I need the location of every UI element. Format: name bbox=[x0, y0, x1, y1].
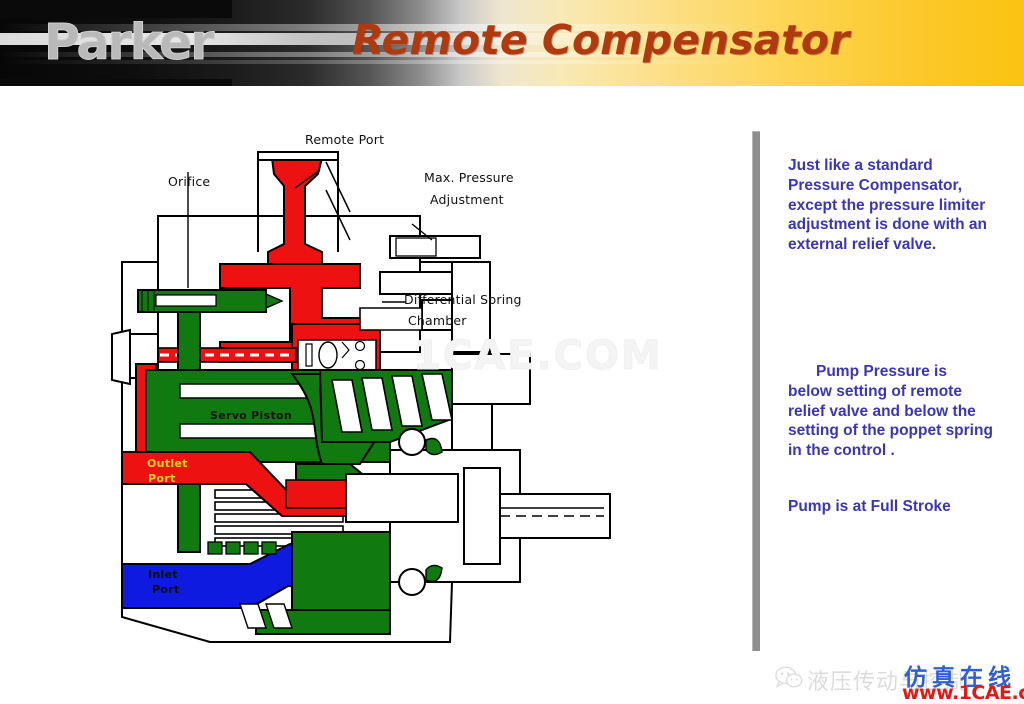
header-dark-strip-bottom bbox=[0, 79, 232, 86]
watermark-center: 1CAE.COM bbox=[413, 333, 663, 380]
watermark-bottom: 液压传动与控制 仿真在线 www.1CAE.com bbox=[775, 658, 1024, 704]
explanation-paragraph-1: Just like a standard Pressure Compensato… bbox=[788, 157, 987, 254]
vertical-divider bbox=[752, 131, 760, 651]
watermark-url: www.1CAE.com bbox=[902, 682, 1024, 704]
pump-cross-section-diagram: Orifice Remote Port Max. Pressure Adjust… bbox=[60, 112, 740, 652]
label-servo-piston: Servo Piston bbox=[210, 409, 292, 422]
callout-differential-spring-line1: Differential Spring bbox=[404, 292, 522, 307]
slide: Parker Remote Compensator Orifice Remote… bbox=[0, 0, 1024, 704]
callout-max-pressure-line1: Max. Pressure bbox=[424, 170, 514, 185]
parker-logo: Parker bbox=[44, 14, 215, 71]
wechat-icon bbox=[775, 666, 803, 688]
explanation-paragraph-2: Pump Pressure is below setting of remote… bbox=[788, 363, 993, 460]
slide-header: Parker Remote Compensator bbox=[0, 0, 1024, 86]
callout-max-pressure-line2: Adjustment bbox=[430, 192, 504, 207]
label-inlet-port-line2: Port bbox=[152, 583, 180, 596]
label-inlet-port-line1: Inlet bbox=[148, 568, 178, 581]
explanation-panel: Just like a standard Pressure Compensato… bbox=[788, 156, 1003, 515]
callout-remote-port: Remote Port bbox=[305, 132, 385, 147]
explanation-paragraph-3: Pump is at Full Stroke bbox=[788, 498, 951, 515]
callout-differential-spring-line2: Chamber bbox=[408, 313, 467, 328]
callout-orifice: Orifice bbox=[168, 174, 211, 189]
label-outlet-port-line1: Outlet bbox=[147, 457, 188, 470]
page-title: Remote Compensator bbox=[352, 16, 850, 64]
label-outlet-port-line2: Port bbox=[148, 472, 176, 485]
